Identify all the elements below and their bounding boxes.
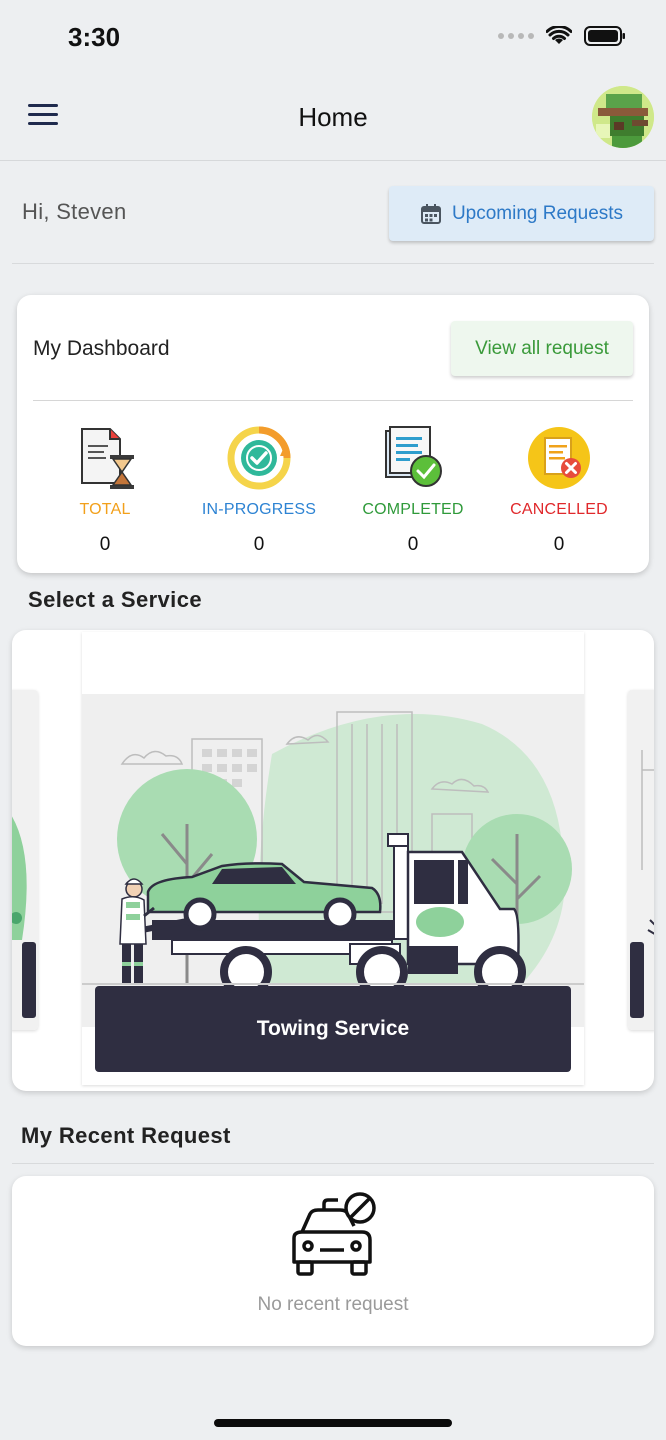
car-blocked-icon: [292, 1192, 376, 1276]
recent-requests-title: My Recent Request: [21, 1123, 231, 1148]
service-carousel[interactable]: Towing Service: [12, 630, 654, 1091]
recent-requests-card: No recent request: [12, 1176, 654, 1346]
stat-cancelled-value: 0: [553, 534, 565, 555]
avatar[interactable]: [592, 86, 654, 148]
upcoming-requests-button[interactable]: Upcoming Requests: [389, 186, 654, 241]
status-icons: [498, 26, 626, 46]
calendar-icon: [420, 203, 441, 224]
progress-check-icon: [227, 426, 291, 490]
stat-cancelled-label: CANCELLED: [510, 501, 608, 518]
upcoming-requests-label: Upcoming Requests: [451, 202, 624, 224]
document-cancel-icon: [528, 427, 590, 489]
stat-completed-label: COMPLETED: [362, 501, 464, 518]
greeting-text: Hi, Steven: [22, 199, 127, 224]
next-service-card[interactable]: [628, 690, 654, 1030]
stat-total[interactable]: TOTAL 0: [30, 425, 180, 556]
stat-in-progress-label: IN-PROGRESS: [201, 501, 317, 518]
divider: [12, 1163, 654, 1164]
document-hourglass-icon: [81, 428, 134, 489]
select-service-title: Select a Service: [28, 587, 202, 612]
stat-total-value: 0: [99, 534, 111, 555]
home-indicator[interactable]: [214, 1419, 452, 1427]
service-illustration-container: [82, 694, 584, 1027]
dashboard-title: My Dashboard: [33, 337, 170, 360]
no-recent-request-text: No recent request: [257, 1294, 409, 1315]
status-bar: 3:30: [0, 0, 666, 76]
wifi-icon: [546, 26, 572, 44]
service-card-towing[interactable]: Towing Service: [82, 632, 584, 1085]
document-check-icon: [385, 426, 442, 487]
tow-truck-illustration: [82, 694, 584, 1027]
dashboard-card: My Dashboard View all request TOTAL 0 IN…: [17, 295, 649, 573]
towing-service-button[interactable]: Towing Service: [95, 986, 571, 1072]
stat-completed-value: 0: [407, 534, 419, 555]
stat-completed[interactable]: COMPLETED 0: [338, 425, 488, 556]
status-time: 3:30: [68, 22, 121, 52]
view-all-requests-button[interactable]: View all request: [451, 321, 633, 376]
battery-icon: [584, 26, 625, 46]
stat-cancelled[interactable]: CANCELLED 0: [484, 425, 634, 556]
stat-total-label: TOTAL: [79, 501, 131, 518]
dashboard-divider: [33, 400, 633, 401]
stat-in-progress-value: 0: [253, 534, 265, 555]
app-header: Home: [0, 76, 666, 161]
signal-icon: [498, 33, 534, 39]
next-service-button[interactable]: [630, 942, 644, 1018]
stat-in-progress[interactable]: IN-PROGRESS 0: [184, 425, 334, 556]
previous-service-card[interactable]: [12, 690, 38, 1030]
divider: [12, 263, 654, 264]
previous-service-button[interactable]: [22, 942, 36, 1018]
page-title: Home: [298, 102, 368, 132]
user-avatar-icon: [592, 86, 654, 148]
